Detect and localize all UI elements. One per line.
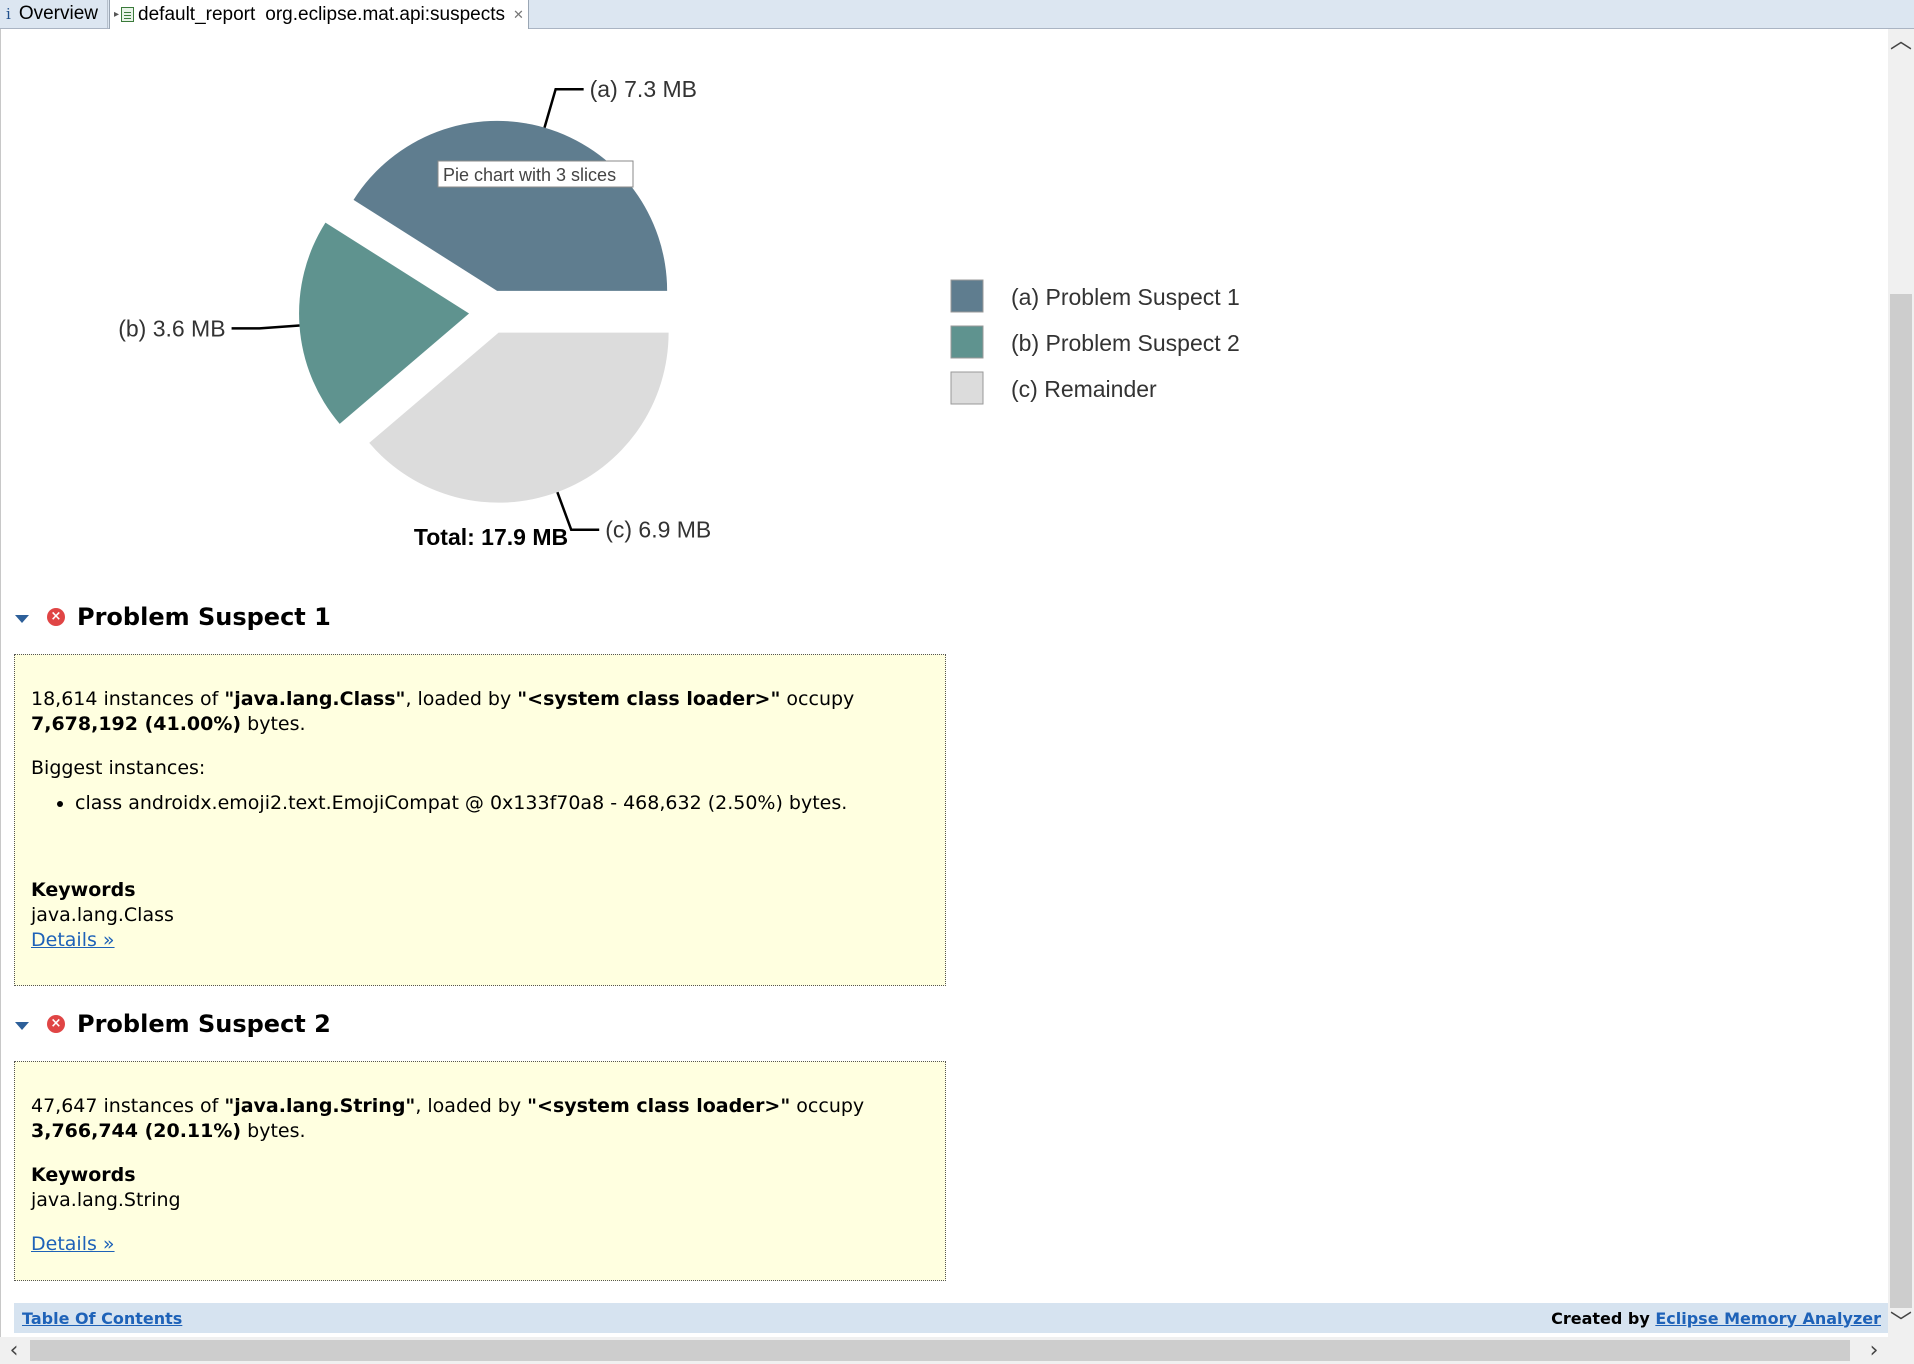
eclipse-mat-link[interactable]: Eclipse Memory Analyzer	[1655, 1309, 1881, 1328]
scroll-right-icon[interactable]: ›	[1860, 1337, 1888, 1364]
legend-swatch	[950, 371, 984, 405]
scroll-left-icon[interactable]: ‹	[0, 1337, 28, 1364]
chart-total-label: Total: 17.9 MB	[414, 524, 568, 550]
details-link[interactable]: Details »	[31, 1233, 115, 1255]
keywords-label: Keywords	[31, 879, 136, 901]
biggest-instances-label: Biggest instances:	[31, 757, 206, 779]
legend-label: (b) Problem Suspect 2	[1011, 330, 1240, 356]
list-item: class androidx.emoji2.text.EmojiCompat @…	[75, 791, 929, 816]
tab-default-report[interactable]: ▸ default_report org.eclipse.mat.api:sus…	[109, 0, 529, 29]
close-icon[interactable]: ✕	[513, 7, 524, 23]
slice-label: (c) 6.9 MB	[605, 517, 711, 543]
scroll-up-icon[interactable]: ︿	[1888, 29, 1914, 55]
created-by: Created by Eclipse Memory Analyzer	[1551, 1308, 1881, 1328]
chart-tooltip: Pie chart with 3 slices	[443, 165, 616, 185]
tab-report-sublabel: org.eclipse.mat.api:suspects	[265, 3, 506, 25]
table-of-contents-link[interactable]: Table Of Contents	[22, 1309, 182, 1328]
report-icon	[121, 7, 135, 22]
scrollbar-corner	[1888, 1337, 1914, 1364]
report-footer: Table Of Contents Created by Eclipse Mem…	[14, 1303, 1889, 1333]
tab-overview-label: Overview	[18, 3, 98, 24]
keyword-value: java.lang.String	[31, 1189, 181, 1211]
suspect-1-title: Problem Suspect 1	[77, 603, 331, 631]
suspect-2-box: 47,647 instances of "java.lang.String", …	[14, 1061, 946, 1281]
keywords-label: Keywords	[31, 1164, 136, 1186]
editor-tab-bar: i Overview ▸ default_report org.eclipse.…	[0, 0, 1914, 29]
tab-report-label: default_report	[138, 3, 256, 25]
suspect-2-description: 47,647 instances of "java.lang.String", …	[31, 1095, 865, 1142]
suspect-1-description: 18,614 instances of "java.lang.Class", l…	[31, 688, 855, 735]
details-link[interactable]: Details »	[31, 929, 115, 951]
horizontal-scrollbar[interactable]: ‹ ›	[0, 1337, 1888, 1364]
pie-chart: (a) 7.3 MB (b) 3.6 MB (c) 6.9 MB (a) Probl…	[118, 76, 1240, 550]
legend-swatch	[950, 279, 984, 313]
collapse-toggle-icon[interactable]	[15, 615, 29, 623]
error-icon: ×	[47, 608, 65, 626]
report-content: (a) 7.3 MB (b) 3.6 MB (c) 6.9 MB (a) Probl…	[0, 29, 1889, 1337]
slice-label: (b) 3.6 MB	[118, 315, 225, 341]
suspect-2-title: Problem Suspect 2	[77, 1010, 331, 1038]
legend-label: (a) Problem Suspect 1	[1011, 284, 1240, 310]
legend-swatch	[950, 325, 984, 359]
leader-line	[543, 87, 584, 128]
scroll-down-icon[interactable]: ﹀	[1888, 1311, 1914, 1337]
leader-line	[231, 324, 300, 330]
info-icon: i	[6, 5, 11, 23]
slice-label: (a) 7.3 MB	[590, 76, 697, 102]
vertical-scrollbar[interactable]: ︿ ﹀	[1888, 29, 1914, 1337]
legend-label: (c) Remainder	[1011, 376, 1157, 402]
pie-slice-a[interactable]	[353, 120, 668, 291]
suspect-1-box: 18,614 instances of "java.lang.Class", l…	[14, 654, 946, 986]
keyword-value: java.lang.Class	[31, 904, 174, 926]
suspect-2-header: × Problem Suspect 2	[15, 1007, 331, 1041]
horizontal-scroll-thumb[interactable]	[30, 1340, 1850, 1361]
tab-overview[interactable]: i Overview	[0, 0, 108, 28]
biggest-instances-list: class androidx.emoji2.text.EmojiCompat @…	[31, 791, 929, 816]
vertical-scroll-thumb[interactable]	[1890, 294, 1912, 1308]
suspect-1-header: × Problem Suspect 1	[15, 600, 331, 634]
collapse-toggle-icon[interactable]	[15, 1022, 29, 1030]
error-icon: ×	[47, 1015, 65, 1033]
tab-arrow-icon: ▸	[114, 9, 120, 20]
